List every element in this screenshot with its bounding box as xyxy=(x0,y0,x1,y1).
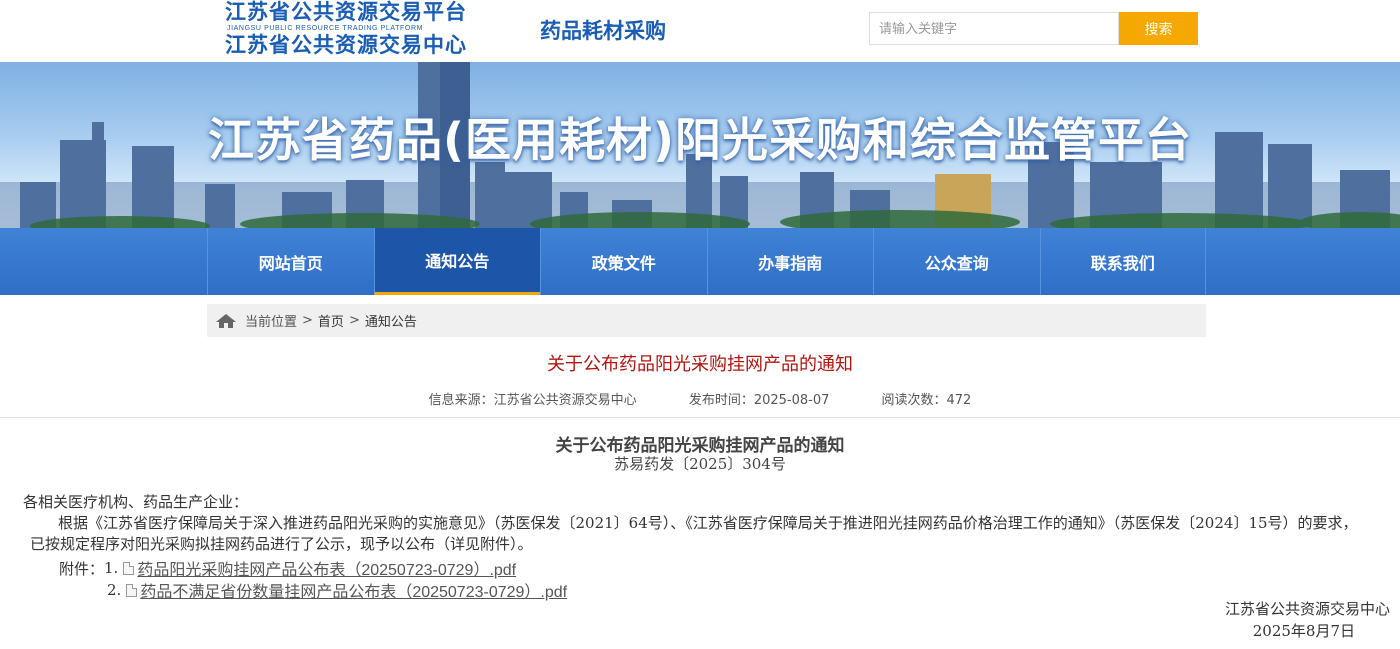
banner-title: 江苏省药品(医用耗材)阳光采购和综合监管平台 xyxy=(207,113,1193,167)
breadcrumb-separator: > xyxy=(348,313,360,328)
breadcrumb-home-link[interactable]: 首页 xyxy=(318,311,344,330)
breadcrumb: 当前位置 > 首页 > 通知公告 xyxy=(207,304,1206,337)
article-publish-time: 发布时间：2025-08-07 xyxy=(688,393,830,408)
site-subtitle: 药品耗材采购 xyxy=(540,19,666,43)
banner: 江苏省药品(医用耗材)阳光采购和综合监管平台 xyxy=(0,62,1400,228)
nav-item-notices[interactable]: 通知公告 xyxy=(373,228,540,295)
breadcrumb-separator: > xyxy=(302,313,313,328)
breadcrumb-notices-link[interactable]: 通知公告 xyxy=(365,311,417,330)
divider xyxy=(0,417,1400,418)
logo-line-2: JIANGSU PUBLIC RESOURCE TRADING PLATFORM xyxy=(227,25,424,32)
article-source: 信息来源：江苏省公共资源交易中心 xyxy=(428,393,637,408)
article-meta: 信息来源：江苏省公共资源交易中心 发布时间：2025-08-07 阅读次数：47… xyxy=(0,389,1400,408)
site-header: 江苏省公共资源交易平台 JIANGSU PUBLIC RESOURCE TRAD… xyxy=(0,0,1400,62)
attachment-link-1[interactable]: 药品阳光采购挂网产品公布表（20250723-0729）.pdf xyxy=(137,556,516,580)
search-input[interactable] xyxy=(869,12,1119,45)
signature-org: 江苏省公共资源交易中心 xyxy=(1224,600,1390,618)
logo-line-3: 江苏省公共资源交易中心 xyxy=(225,33,467,57)
document-greeting: 各相关医疗机构、药品生产企业： xyxy=(23,493,249,511)
attachments-label: 附件： xyxy=(59,559,105,578)
attachment-row: 附件： 1. 药品阳光采购挂网产品公布表（20250723-0729）.pdf xyxy=(59,556,516,580)
attachment-row: 2. 药品不满足省份数量挂网产品公布表（20250723-0729）.pdf xyxy=(107,578,567,602)
document-number: 苏易药发〔2025〕304号 xyxy=(614,455,786,473)
file-icon xyxy=(123,561,135,575)
search-button[interactable]: 搜索 xyxy=(1119,12,1198,45)
attachment-number: 2. xyxy=(107,581,122,599)
main-nav: 网站首页 通知公告 政策文件 办事指南 公众查询 联系我们 xyxy=(0,228,1400,295)
attachment-link-2[interactable]: 药品不满足省份数量挂网产品公布表（20250723-0729）.pdf xyxy=(140,578,567,602)
nav-item-guide[interactable]: 办事指南 xyxy=(706,228,874,295)
file-icon xyxy=(126,583,138,597)
article-views: 阅读次数：472 xyxy=(881,393,972,408)
article-title: 关于公布药品阳光采购挂网产品的通知 xyxy=(547,354,853,375)
home-icon xyxy=(216,313,236,328)
nav-item-contact[interactable]: 联系我们 xyxy=(1039,228,1206,295)
attachment-number: 1. xyxy=(104,559,119,577)
site-logo[interactable]: 江苏省公共资源交易平台 JIANGSU PUBLIC RESOURCE TRAD… xyxy=(225,0,520,58)
logo-line-1: 江苏省公共资源交易平台 xyxy=(225,0,467,24)
nav-item-home[interactable]: 网站首页 xyxy=(207,228,374,295)
nav-item-policies[interactable]: 政策文件 xyxy=(540,228,707,295)
signature-date: 2025年8月7日 xyxy=(1252,622,1355,640)
nav-item-public-query[interactable]: 公众查询 xyxy=(873,228,1040,295)
document-body: 根据《江苏省医疗保障局关于深入推进药品阳光采购的实施意见》（苏医保发〔2021〕… xyxy=(30,514,1358,553)
breadcrumb-prefix: 当前位置 xyxy=(245,315,298,330)
